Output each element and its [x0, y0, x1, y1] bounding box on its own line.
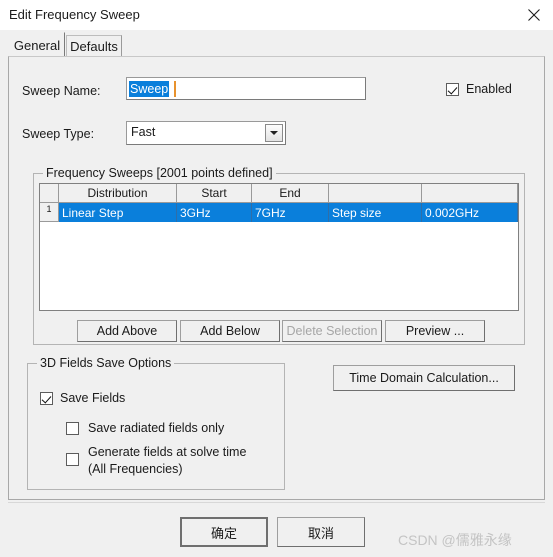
- generate-fields-checkbox[interactable]: Generate fields at solve time (All Frequ…: [66, 444, 248, 478]
- sweep-name-value: Sweep: [129, 81, 170, 97]
- table-header-end[interactable]: End: [252, 184, 329, 202]
- save-fields-label: Save Fields: [60, 391, 126, 405]
- text-caret: [174, 81, 176, 97]
- save-radiated-fields-checkbox[interactable]: Save radiated fields only: [66, 421, 224, 435]
- tab-defaults-label: Defaults: [70, 38, 118, 54]
- add-above-label: Add Above: [96, 324, 158, 338]
- cell-param-name[interactable]: Step size: [329, 203, 422, 222]
- time-domain-calculation-button[interactable]: Time Domain Calculation...: [333, 365, 515, 391]
- frequency-sweeps-group: Frequency Sweeps [2001 points defined] D…: [33, 166, 525, 345]
- add-below-button[interactable]: Add Below: [180, 320, 280, 342]
- enabled-label: Enabled: [466, 82, 512, 96]
- close-icon[interactable]: [515, 0, 553, 30]
- table-header-param-value[interactable]: [422, 184, 518, 202]
- enabled-checkbox[interactable]: Enabled: [446, 82, 512, 96]
- window-title: Edit Frequency Sweep: [9, 7, 140, 22]
- sweep-type-select[interactable]: Fast: [126, 121, 286, 145]
- sweep-type-label: Sweep Type:: [22, 127, 95, 141]
- checkbox-checked-icon: [446, 82, 459, 96]
- ok-button-label: 确定: [210, 525, 237, 541]
- ok-button[interactable]: 确定: [180, 517, 268, 547]
- tab-defaults[interactable]: Defaults: [66, 35, 122, 57]
- table-header-row: Distribution Start End: [40, 184, 518, 203]
- watermark: CSDN @儒雅永缘: [398, 532, 512, 548]
- delete-selection-button: Delete Selection: [282, 320, 382, 342]
- preview-button[interactable]: Preview ...: [385, 320, 485, 342]
- cell-param-value[interactable]: 0.002GHz: [422, 203, 518, 222]
- table-header-rownum[interactable]: [40, 184, 59, 202]
- sweep-name-label: Sweep Name:: [22, 84, 101, 98]
- table-row[interactable]: 1 Linear Step 3GHz 7GHz Step size 0.002G…: [40, 203, 518, 222]
- cell-end[interactable]: 7GHz: [252, 203, 329, 222]
- sweep-name-input[interactable]: Sweep: [126, 77, 366, 100]
- fields-save-options-group-title: 3D Fields Save Options: [37, 356, 175, 370]
- checkbox-unchecked-icon: [66, 421, 79, 435]
- fields-save-options-group: 3D Fields Save Options Save Fields Save …: [27, 356, 285, 490]
- save-radiated-fields-label: Save radiated fields only: [88, 421, 225, 435]
- title-bar: Edit Frequency Sweep: [0, 0, 553, 30]
- frequency-sweeps-table[interactable]: Distribution Start End 1 Linear Step 3GH…: [39, 183, 519, 311]
- add-above-button[interactable]: Add Above: [77, 320, 177, 342]
- chevron-down-icon[interactable]: [265, 124, 283, 142]
- cell-distribution[interactable]: Linear Step: [59, 203, 177, 222]
- cancel-button-label: 取消: [307, 525, 334, 541]
- cell-start[interactable]: 3GHz: [177, 203, 252, 222]
- tab-general-label: General: [13, 37, 61, 53]
- time-domain-calculation-label: Time Domain Calculation...: [349, 371, 499, 385]
- save-fields-checkbox[interactable]: Save Fields: [40, 391, 125, 405]
- tab-strip: General Defaults: [0, 30, 553, 57]
- table-header-param-name[interactable]: [329, 184, 422, 202]
- cancel-button[interactable]: 取消: [277, 517, 365, 547]
- tab-general[interactable]: General: [9, 32, 65, 57]
- footer-divider: [8, 502, 545, 503]
- table-row-number[interactable]: 1: [40, 203, 59, 222]
- checkbox-unchecked-icon: [66, 453, 79, 466]
- table-header-start[interactable]: Start: [177, 184, 252, 202]
- sweep-type-value: Fast: [131, 125, 156, 139]
- frequency-sweeps-group-title: Frequency Sweeps [2001 points defined]: [43, 166, 276, 180]
- generate-fields-label: Generate fields at solve time (All Frequ…: [88, 445, 247, 476]
- table-header-distribution[interactable]: Distribution: [59, 184, 177, 202]
- preview-label: Preview ...: [405, 324, 465, 338]
- delete-selection-label: Delete Selection: [286, 324, 378, 338]
- checkbox-checked-icon: [40, 391, 53, 405]
- add-below-label: Add Below: [200, 324, 260, 338]
